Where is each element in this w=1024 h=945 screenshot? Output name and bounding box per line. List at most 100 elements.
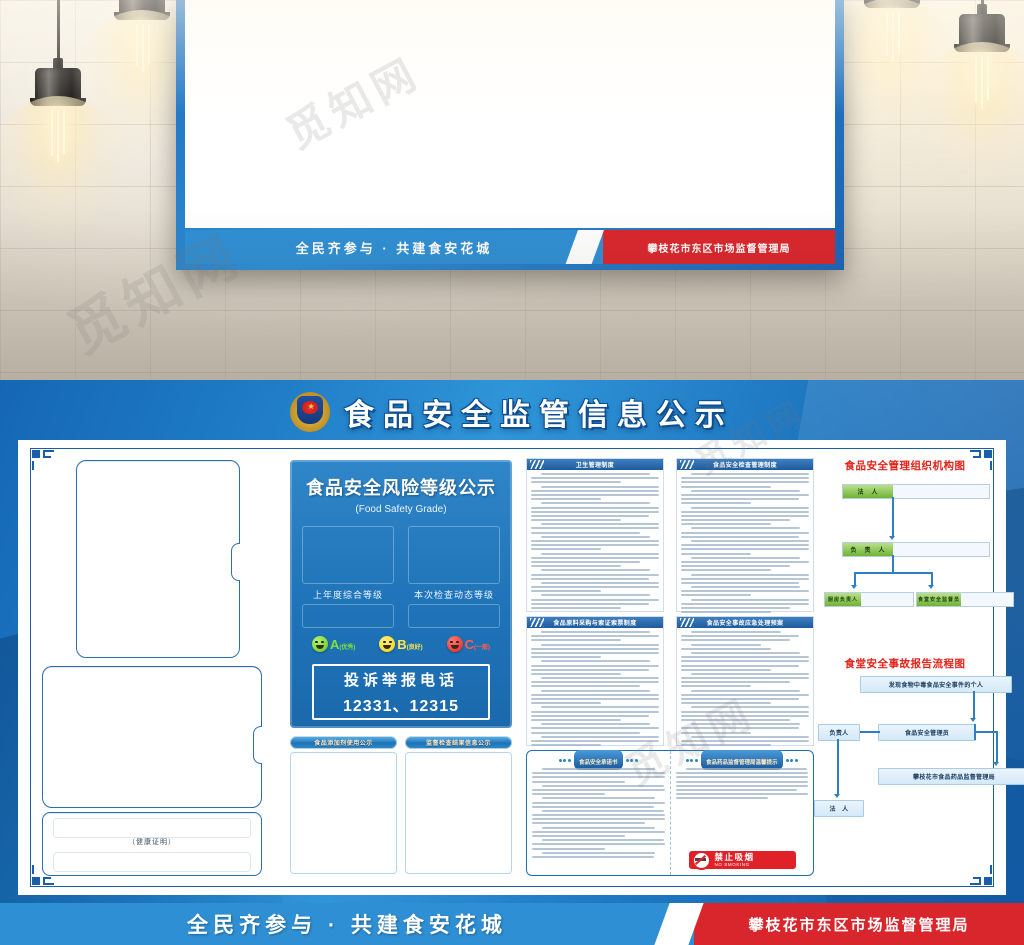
inspection-results-area[interactable] [405, 752, 512, 874]
grade-box-annual[interactable] [302, 526, 394, 584]
org-wire [931, 572, 933, 586]
dot-decoration-icon [785, 758, 798, 762]
org-wire [892, 555, 894, 573]
grade-letter-a: A [329, 636, 340, 652]
pledge-body [532, 768, 665, 858]
certificate-pocket-column: （健康证明） [42, 458, 270, 877]
regulation-documents-column: 卫生管理制度 食品安全检查管理制度 食品原料采购与索证索票制度 食品安全事故应急… [526, 458, 814, 877]
document-card: 食品安全事故应急处理预案 [676, 616, 814, 747]
grade-label-annual: 上年度综合等级 [312, 590, 383, 600]
flow-wire [858, 731, 880, 733]
main-board: ★ 食品安全监管信息公示 （健康证明） 食品安全风险等级公示 (Food Saf… [0, 380, 1024, 945]
health-certificate-label: （健康证明） [128, 839, 176, 846]
hotline-number: 12331、12315 [343, 697, 459, 715]
grade-note-a: (优秀) [339, 644, 356, 651]
board-header: ★ 食品安全监管信息公示 [0, 388, 1024, 436]
dot-decoration-icon [558, 758, 571, 762]
health-certificate-pocket[interactable]: （健康证明） [42, 812, 262, 876]
flow-node-label: 攀枝花市食品药品监督管理局 [913, 775, 995, 781]
food-safety-grade-card: 食品安全风险等级公示 (Food Safety Grade) 上年度综合等级 本… [290, 460, 512, 728]
flow-arrow-icon [970, 718, 976, 722]
org-node-kitchen-head: 厨房负责人 [824, 592, 914, 607]
pledge-panel: 食品安全承诺书 [527, 750, 670, 875]
charts-column: 食品安全管理组织机构图 法 人 负 责 人 厨房负责人 食堂安全监督员 食堂安全… [814, 458, 1024, 877]
org-node-label: 负 责 人 [850, 548, 886, 554]
grade-card-title: 食品安全风险等级公示 [306, 478, 496, 498]
flow-node-label: 发现食物中毒食品安全事件的个人 [888, 683, 984, 689]
grade-legend: A(优秀) B(良好) C(一般) [300, 636, 502, 652]
document-title: 食品安全检查管理制度 [712, 463, 777, 469]
org-node-label: 食堂安全监督员 [918, 597, 961, 603]
license-pocket[interactable] [76, 460, 240, 658]
additive-disclosure-area[interactable] [290, 752, 397, 874]
org-chart-title: 食品安全管理组织机构图 [844, 460, 966, 472]
flow-wire [973, 691, 975, 719]
pledge-body [675, 768, 808, 800]
footer-authority: 攀枝花市东区市场监督管理局 [748, 916, 970, 934]
org-arrow-icon [851, 585, 857, 589]
org-arrow-icon [928, 585, 934, 589]
no-smoking-en: NO SMOKING [714, 862, 750, 867]
flow-node-discoverer: 发现食物中毒食品安全事件的个人 [860, 676, 1012, 693]
grade-note-c: (一般) [474, 644, 491, 651]
org-node-label: 厨房负责人 [828, 597, 859, 603]
market-supervision-emblem-icon: ★ [290, 392, 330, 432]
document-title: 食品安全事故应急处理预案 [706, 621, 784, 627]
grade-label-current: 本次检查动态等级 [413, 590, 494, 600]
tab-label: 监督检查结果信息公示 [425, 741, 491, 747]
tab-inspection-results[interactable]: 监督检查结果信息公示 [405, 736, 512, 749]
org-chart: 法 人 负 责 人 厨房负责人 食堂安全监督员 [824, 474, 1014, 624]
flow-node-legal-person: 法 人 [814, 800, 864, 817]
stripe-decoration-icon [530, 460, 544, 469]
document-body [527, 470, 663, 614]
document-card: 卫生管理制度 [526, 458, 664, 612]
flow-chart: 发现食物中毒食品安全事件的个人 食品安全管理员 攀枝花市食品药品监督管理局 负责… [814, 676, 1024, 876]
grade-slot-annual[interactable] [302, 604, 394, 628]
pledge-panel: 食品药品监督管理局温馨提示 禁止吸烟 NO SMOKING [669, 750, 814, 875]
stripe-decoration-icon [530, 618, 544, 627]
flow-arrow-icon [993, 762, 999, 766]
smile-ok-icon [379, 636, 396, 652]
grade-slot-current[interactable] [408, 604, 500, 628]
flow-wire [974, 731, 998, 733]
grade-box-current[interactable] [408, 526, 500, 584]
org-wire [854, 572, 856, 586]
flow-node-manager: 负责人 [818, 724, 860, 741]
screenshot-root: 全民齐参与 · 共建食安花城 攀枝花市东区市场监督管理局 觅知网 觅知网 ★ 食… [0, 0, 1024, 945]
grade-letter-b: B [397, 636, 407, 652]
org-arrow-icon [889, 536, 895, 540]
flow-wire [837, 739, 839, 795]
no-smoking-sign: 禁止吸烟 NO SMOKING [688, 850, 796, 870]
flow-node-authority: 攀枝花市食品药品监督管理局 [878, 768, 1024, 785]
tab-label: 食品添加剂使用公示 [314, 741, 373, 747]
flow-node-label: 负责人 [829, 731, 849, 737]
flow-node-label: 法 人 [829, 807, 849, 813]
complaint-hotline-box: 投诉举报电话 12331、12315 [312, 664, 490, 720]
public-notice-bodies [290, 752, 512, 874]
dot-decoration-icon [685, 758, 698, 762]
permit-pocket[interactable] [42, 666, 262, 808]
document-body [677, 628, 813, 751]
dot-decoration-icon [625, 758, 638, 762]
grade-value-slots [302, 604, 500, 628]
grade-letter-c: C [464, 636, 475, 652]
grade-photo-boxes [302, 526, 500, 584]
board-footer: 全民齐参与 · 共建食安花城 攀枝花市东区市场监督管理局 [0, 903, 1024, 945]
stripe-decoration-icon [680, 618, 694, 627]
pledge-title: 食品药品监督管理局温馨提示 [705, 760, 778, 766]
public-notice-tabs: 食品添加剂使用公示 监督检查结果信息公示 [290, 736, 512, 749]
flow-arrow-icon [834, 794, 840, 798]
org-wire [892, 497, 894, 537]
board-white-panel: （健康证明） 食品安全风险等级公示 (Food Safety Grade) 上年… [18, 440, 1024, 895]
grade-legend-c: C(一般) [446, 636, 491, 652]
pledge-title: 食品安全承诺书 [578, 760, 618, 766]
smile-sad-icon [446, 636, 463, 652]
scene-lighting-overlay [0, 0, 1024, 380]
hotline-label: 投诉举报电话 [343, 671, 458, 689]
health-cert-slot [53, 852, 251, 872]
page-title: 食品安全监管信息公示 [344, 399, 734, 432]
org-node-legal-person: 法 人 [842, 484, 990, 499]
tab-additive-disclosure[interactable]: 食品添加剂使用公示 [290, 736, 397, 749]
grade-note-b: (良好) [406, 644, 423, 651]
grade-legend-a: A(优秀) [311, 636, 356, 652]
